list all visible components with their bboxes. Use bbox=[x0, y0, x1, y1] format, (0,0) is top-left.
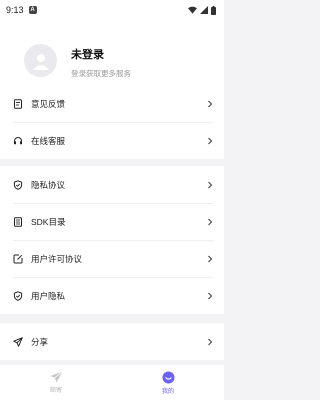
signal-icon bbox=[200, 6, 208, 14]
chevron-right-icon bbox=[207, 338, 213, 346]
user-avatar-icon bbox=[32, 53, 49, 70]
headset-icon bbox=[13, 136, 23, 146]
menu-group-2: 隐私协议 SDK目录 用户许可协议 用户隐私 bbox=[0, 166, 224, 314]
avatar[interactable] bbox=[24, 44, 57, 77]
tab-mine[interactable]: 我的 bbox=[112, 365, 224, 400]
edit-doc-icon bbox=[13, 254, 23, 264]
menu-item-label: 隐私协议 bbox=[31, 179, 66, 190]
menu-group-3: 分享 bbox=[0, 323, 224, 360]
status-left: 9:13 A bbox=[6, 5, 37, 15]
menu-item-sdk-list[interactable]: SDK目录 bbox=[0, 203, 224, 240]
shield-icon bbox=[13, 290, 23, 301]
menu-item-label: 用户隐私 bbox=[31, 290, 66, 301]
send-icon bbox=[13, 336, 23, 347]
chevron-right-icon bbox=[207, 137, 213, 145]
notification-icon: A bbox=[28, 6, 37, 14]
chevron-right-icon bbox=[207, 100, 213, 108]
wifi-icon bbox=[188, 6, 197, 14]
chevron-right-icon bbox=[207, 292, 213, 300]
tab-label: 我的 bbox=[161, 388, 174, 395]
status-right bbox=[188, 5, 216, 15]
feedback-icon bbox=[13, 98, 23, 109]
status-time: 9:13 bbox=[6, 5, 24, 15]
list-doc-icon bbox=[13, 216, 23, 227]
smile-icon bbox=[162, 371, 174, 383]
paper-plane-icon bbox=[50, 371, 63, 383]
menu-item-label: 在线客服 bbox=[31, 135, 66, 146]
tab-label: 邮寄 bbox=[49, 388, 62, 394]
menu-item-online-service[interactable]: 在线客服 bbox=[0, 122, 224, 159]
menu-item-label: SDK目录 bbox=[31, 216, 66, 227]
menu-item-label: 意见反馈 bbox=[31, 98, 66, 109]
battery-icon bbox=[211, 5, 216, 15]
menu-item-privacy-agreement[interactable]: 隐私协议 bbox=[0, 166, 224, 203]
menu-item-feedback[interactable]: 意见反馈 bbox=[0, 85, 224, 122]
chevron-right-icon bbox=[207, 181, 213, 189]
shield-icon bbox=[13, 179, 23, 190]
profile-name[interactable]: 未登录 bbox=[71, 46, 104, 62]
chevron-right-icon bbox=[207, 255, 213, 263]
chevron-right-icon bbox=[207, 218, 213, 226]
menu-item-user-license[interactable]: 用户许可协议 bbox=[0, 240, 224, 277]
menu-item-label: 用户许可协议 bbox=[31, 253, 83, 264]
bottom-tab-bar: 邮寄 我的 bbox=[0, 365, 224, 400]
menu-item-user-privacy[interactable]: 用户隐私 bbox=[0, 277, 224, 314]
status-bar: 9:13 A bbox=[0, 0, 224, 20]
menu-group-1: 意见反馈 在线客服 bbox=[0, 85, 224, 159]
tab-mail[interactable]: 邮寄 bbox=[0, 365, 112, 400]
profile-header[interactable]: 未登录 登录获取更多服务 bbox=[0, 20, 224, 90]
menu-item-label: 分享 bbox=[31, 336, 49, 347]
menu-item-share[interactable]: 分享 bbox=[0, 323, 224, 360]
profile-subtitle: 登录获取更多服务 bbox=[71, 69, 131, 78]
